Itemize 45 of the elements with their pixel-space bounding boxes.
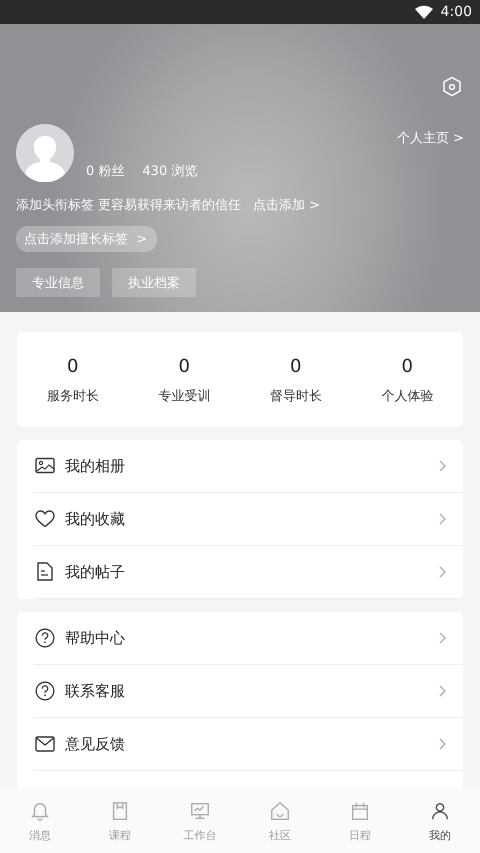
- tab-bar-item[interactable]: 社区: [240, 789, 320, 853]
- stat-label: 督导时长: [270, 388, 322, 405]
- help-icon: [35, 681, 55, 701]
- menu-item[interactable]: 帮助中心: [34, 612, 463, 665]
- stat-value: 0: [290, 356, 302, 377]
- tab-bar-item[interactable]: 日程: [320, 789, 400, 853]
- chevron-icon: [439, 738, 446, 750]
- menu-item[interactable]: 我的帖子: [34, 546, 463, 599]
- chevron-icon: [439, 632, 446, 644]
- chevron-icon: [439, 566, 446, 578]
- stat-value: 0: [67, 356, 78, 377]
- fans-count: 0 粉丝: [86, 163, 124, 180]
- stat-label: 个人体验: [381, 388, 434, 405]
- stat-value: 0: [402, 356, 413, 377]
- settings-icon[interactable]: [442, 76, 462, 98]
- house-icon: [269, 800, 291, 822]
- image-icon: [35, 457, 55, 475]
- add-skill-tag-button[interactable]: 点击添加擅长标签 >: [16, 226, 158, 252]
- profile-link[interactable]: 个人主页 >: [396, 129, 464, 147]
- help-icon: [35, 628, 55, 648]
- heart-icon: [35, 510, 55, 528]
- add-title-link[interactable]: 点击添加 >: [253, 196, 320, 214]
- profile-tab-button[interactable]: 专业信息: [16, 268, 100, 297]
- stat-label: 服务时长: [46, 388, 99, 405]
- tab-bar-item[interactable]: 消息: [0, 789, 80, 853]
- tab-bar-item[interactable]: 课程: [80, 789, 160, 853]
- mail-icon: [35, 736, 55, 752]
- tab-bar-item[interactable]: 工作台: [160, 789, 240, 853]
- profile-tab-button[interactable]: 执业档案: [112, 268, 196, 297]
- avatar[interactable]: [16, 124, 74, 182]
- menu-item[interactable]: 意见反馈: [34, 718, 463, 771]
- chevron-icon: [439, 460, 446, 472]
- document-icon: [36, 562, 54, 582]
- chevron-icon: [439, 685, 446, 697]
- chevron-icon: [439, 513, 446, 525]
- status-time: 4:00: [440, 4, 472, 20]
- stat-value: 0: [178, 356, 190, 377]
- menu-item[interactable]: 联系客服: [34, 665, 463, 718]
- views-count: 430 浏览: [142, 163, 198, 180]
- wifi-icon: [414, 5, 433, 19]
- tab-bar-item[interactable]: 我的: [400, 789, 480, 853]
- title-hint: 添加头衔标签 更容易获得来访者的信任: [16, 197, 242, 214]
- menu-item[interactable]: 我的收藏: [34, 493, 463, 546]
- menu-item[interactable]: 我的相册: [34, 440, 463, 493]
- stat-label: 专业受训: [158, 388, 210, 405]
